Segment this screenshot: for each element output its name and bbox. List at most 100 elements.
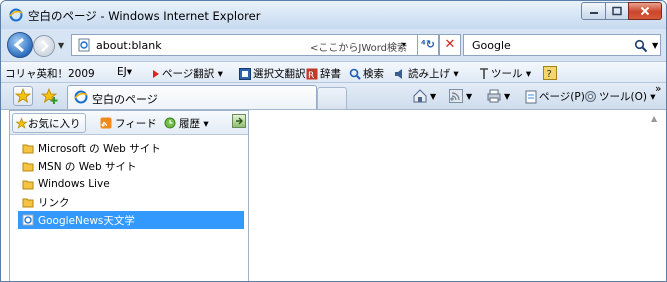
list-item-label: Windows Live <box>38 178 110 190</box>
toolbar-item-label: ページ翻訳 ▾ <box>162 68 223 80</box>
feeds-dropdown-icon: ▼ <box>466 91 473 101</box>
folder-icon <box>22 180 34 190</box>
help-icon: ? <box>543 66 557 80</box>
vertical-scrollbar[interactable]: ▲ <box>646 110 666 281</box>
jword-search-hint[interactable]: <ここからJWord検索 <box>310 39 407 54</box>
new-tab-button[interactable] <box>317 87 347 109</box>
svg-text:R: R <box>308 71 314 80</box>
pin-pane-button[interactable] <box>232 114 246 128</box>
close-icon <box>640 6 650 16</box>
stop-button[interactable]: ✕ <box>439 34 461 56</box>
back-button[interactable] <box>7 32 33 58</box>
ie-icon <box>74 90 88 104</box>
list-item[interactable]: MSN の Web サイト <box>18 157 244 175</box>
chevron-more-icon[interactable]: » <box>655 83 661 95</box>
close-button[interactable] <box>628 2 662 20</box>
toolbar-item-label: 検索 <box>363 68 384 80</box>
stop-icon: ✕ <box>444 37 456 52</box>
maximize-button[interactable] <box>605 2 629 20</box>
tab-label: 空白のページ <box>92 93 158 106</box>
toolbar-item-label: 辞書 <box>320 68 341 80</box>
list-item-label: リンク <box>38 196 70 209</box>
tab-history-label: 履歴 ▾ <box>179 117 209 130</box>
browser-window: 空白のページ - Windows Internet Explorer ▼ abo… <box>0 0 667 282</box>
feed-icon <box>100 117 112 129</box>
page-translate-button[interactable]: ページ翻訳 ▾ <box>152 66 223 81</box>
history-icon <box>164 117 176 129</box>
page-content: お気に入り フィード 履歴 ▾ Microsoft の Web サイト MSN … <box>1 109 666 281</box>
add-favorite-icon[interactable] <box>41 87 59 105</box>
addon-toolbar: コリャ英和！2009 EJ▾ ページ翻訳 ▾ 選択文翻訳 R 辞書 検索 読み上… <box>1 61 666 83</box>
tools-menu-label: ツール(O) ▾ <box>599 91 656 103</box>
dictionary-button[interactable]: R 辞書 <box>306 66 341 81</box>
read-aloud-button[interactable]: 読み上げ ▾ <box>394 66 459 81</box>
search-dropdown-icon[interactable]: ▼ <box>652 41 658 50</box>
play-icon <box>153 69 159 78</box>
toolbar-item-label: EJ▾ <box>117 66 133 78</box>
address-bar[interactable]: about:blank <ここからJWord検索 ▾ <box>71 34 427 56</box>
feeds-button[interactable]: ▼ <box>449 89 472 103</box>
dictionary-icon: R <box>306 68 318 80</box>
history-dropdown-icon[interactable]: ▼ <box>58 41 64 50</box>
minimize-button[interactable] <box>581 2 606 20</box>
page-icon <box>78 38 90 52</box>
toolbar-item-label: コリャ英和！2009 <box>5 68 95 80</box>
star-icon <box>14 87 32 103</box>
tab-history[interactable]: 履歴 ▾ <box>164 113 209 133</box>
title-bar[interactable]: 空白のページ - Windows Internet Explorer <box>1 1 666 29</box>
search-icon[interactable] <box>634 39 648 53</box>
pin-icon <box>236 117 243 125</box>
list-item-selected[interactable]: GoogleNews天文学 <box>18 211 244 229</box>
search-box[interactable]: Google ▼ <box>463 34 661 56</box>
toolbar-item-label: ツール ▾ <box>491 68 532 80</box>
home-dropdown-icon: ▼ <box>430 91 437 101</box>
window-title: 空白のページ - Windows Internet Explorer <box>28 9 261 23</box>
tools-menu-command[interactable]: ツール(O) ▾ <box>584 89 656 104</box>
help-button[interactable]: ? <box>543 66 559 80</box>
list-item[interactable]: Microsoft の Web サイト <box>18 139 244 157</box>
tools-menu-button[interactable]: ツール ▾ <box>479 66 531 81</box>
selection-translate-button[interactable]: 選択文翻訳 <box>239 66 306 81</box>
folder-icon <box>22 198 34 208</box>
home-button[interactable]: ▼ <box>413 89 436 103</box>
minimize-icon <box>589 12 598 14</box>
tab-bar: 空白のページ ▼ ▼ ▼ ページ(P) ▾ ツール(O) ▾ » <box>1 83 666 109</box>
tool-icon <box>480 67 488 79</box>
list-item[interactable]: リンク <box>18 193 244 211</box>
tab-feeds-label: フィード <box>115 117 157 130</box>
list-item-label: Microsoft の Web サイト <box>38 142 161 155</box>
speaker-icon <box>395 68 402 79</box>
korya-eiwa-button[interactable]: コリャ英和！2009 <box>5 66 95 81</box>
tab-blank-page[interactable]: 空白のページ <box>67 85 317 109</box>
tab-favorites-label: お気に入り <box>28 117 81 130</box>
favorites-center-button[interactable] <box>13 86 33 106</box>
refresh-button[interactable]: ⁴↻ <box>417 34 439 56</box>
address-input[interactable]: about:blank <box>96 39 162 52</box>
maximize-icon <box>612 6 622 16</box>
list-item[interactable]: Windows Live <box>18 175 244 193</box>
search-tool-button[interactable]: 検索 <box>349 66 384 81</box>
forward-arrow-icon <box>41 40 49 52</box>
forward-button[interactable] <box>33 35 55 57</box>
favorites-pane: お気に入り フィード 履歴 ▾ Microsoft の Web サイト MSN … <box>9 110 249 281</box>
translate-icon <box>239 67 251 80</box>
folder-icon <box>22 162 34 172</box>
address-dropdown-icon[interactable]: ▾ <box>402 40 406 49</box>
back-arrow-icon <box>13 37 24 53</box>
print-button[interactable]: ▼ <box>487 89 510 103</box>
ie-icon <box>9 8 23 22</box>
ie-page-icon <box>22 214 34 226</box>
toolbar-item-label: 読み上げ ▾ <box>408 68 459 80</box>
tab-feeds[interactable]: フィード <box>100 113 157 133</box>
ej-dropdown[interactable]: EJ▾ <box>117 66 132 78</box>
folder-icon <box>22 144 34 154</box>
scroll-up-icon[interactable]: ▲ <box>651 114 657 123</box>
print-dropdown-icon: ▼ <box>504 91 511 101</box>
search-input[interactable]: Google <box>472 39 511 52</box>
navigation-bar: ▼ about:blank <ここからJWord検索 ▾ ⁴↻ ✕ Google… <box>1 29 666 61</box>
star-icon <box>15 116 28 129</box>
tab-favorites[interactable]: お気に入り <box>12 113 86 133</box>
feed-icon <box>449 89 463 103</box>
toolbar-item-label: 選択文翻訳 <box>253 68 306 80</box>
refresh-icon: ⁴↻ <box>420 38 436 51</box>
